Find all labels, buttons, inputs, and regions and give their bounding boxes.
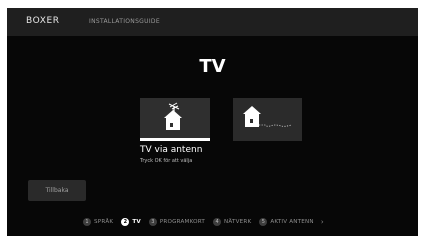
header-bar: BOXER INSTALLATIONSGUIDE xyxy=(7,8,418,36)
boxer-logo: BOXER xyxy=(26,16,60,26)
option-title: TV via antenn xyxy=(140,145,203,155)
selection-underline xyxy=(140,138,210,141)
step-active-antenna: 5 AKTIV ANTENN xyxy=(259,218,314,226)
step-label: AKTIV ANTENN xyxy=(270,219,314,225)
step-network: 4 NÄTVERK xyxy=(213,218,251,226)
step-label: TV xyxy=(132,219,141,225)
page-title: TV xyxy=(199,56,226,77)
step-label: PROGRAMKORT xyxy=(159,219,206,225)
step-tv: 2 TV xyxy=(121,218,141,226)
tv-screen: BOXER INSTALLATIONSGUIDE TV TV via anten… xyxy=(7,8,418,236)
step-number: 1 xyxy=(83,218,91,226)
chevron-right-icon: › xyxy=(320,218,324,226)
step-label: SPRÅK xyxy=(94,219,114,225)
option-tv-via-cable[interactable] xyxy=(233,98,302,141)
back-button[interactable]: Tillbaka xyxy=(28,180,86,201)
step-label: NÄTVERK xyxy=(224,219,252,225)
step-number: 2 xyxy=(121,218,130,226)
step-number: 4 xyxy=(213,218,222,226)
option-tv-via-antenna[interactable] xyxy=(140,98,210,141)
step-number: 3 xyxy=(148,218,157,226)
house-cable-icon xyxy=(243,106,292,127)
step-program-card: 3 PROGRAMKORT xyxy=(148,218,206,226)
house-antenna-icon xyxy=(164,102,182,130)
option-hint: Tryck OK för att välja xyxy=(140,158,193,164)
step-number: 5 xyxy=(259,218,268,226)
step-language: 1 SPRÅK xyxy=(83,218,113,226)
step-progress: 1 SPRÅK 2 TV 3 PROGRAMKORT 4 NÄTVERK 5 A… xyxy=(83,215,324,229)
guide-title: INSTALLATIONSGUIDE xyxy=(89,18,160,25)
